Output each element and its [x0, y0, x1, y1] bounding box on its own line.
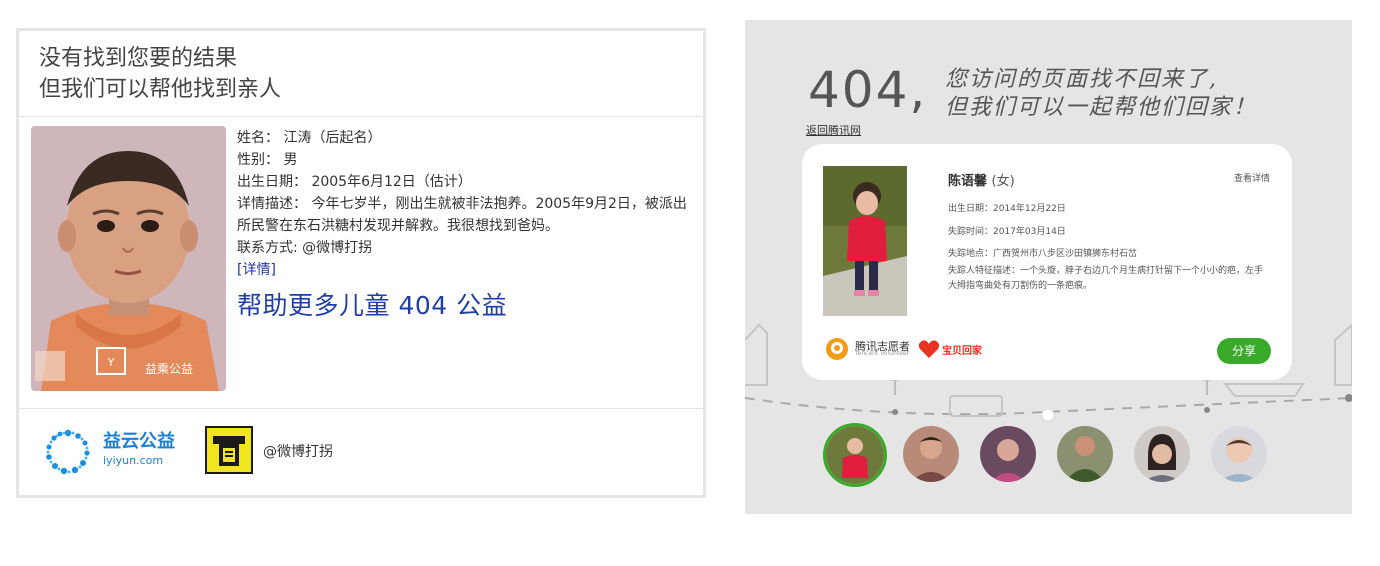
child-info: 姓名： 江涛（后起名） 性别： 男 出生日期： 2005年6月12日（估计） 详… — [237, 127, 697, 325]
child-avatar-6[interactable] — [1211, 426, 1267, 482]
error-message-line-1: 您访问的页面找不回来了, — [945, 67, 1218, 92]
info-contact: 联系方式: @微博打拐 — [237, 240, 373, 256]
left-404-panel: 没有找到您要的结果 但我们可以帮他找到亲人 Y 益乘公益 姓名： 江涛（后起名）… — [16, 28, 706, 498]
detail-link[interactable]: [详情] — [237, 259, 697, 281]
card-lost-time: 失踪时间：2017年03月14日 — [948, 227, 1066, 237]
heart-icon — [918, 340, 940, 358]
baobeihuijia-text: 宝贝回家 — [942, 346, 982, 357]
child-avatar-2[interactable] — [903, 426, 959, 482]
share-button[interactable]: 分享 — [1217, 338, 1271, 364]
divider — [19, 116, 703, 117]
error-code-404: 404, — [808, 61, 928, 119]
heading-line-2: 但我们可以帮他找到亲人 — [39, 77, 282, 102]
photo-watermark: 益乘公益 — [145, 362, 193, 376]
tencent-volunteer-icon — [826, 338, 848, 360]
yiyun-logo-icon[interactable] — [45, 429, 91, 475]
yiyun-name: 益云公益 — [103, 431, 175, 452]
partner-footer: 益云公益 iyiyun.com @微博打拐 — [45, 426, 685, 477]
svg-text:Y: Y — [107, 356, 115, 369]
info-gender: 性别： 男 — [237, 152, 298, 168]
back-to-qq-link[interactable]: 返回腾讯网 — [806, 122, 861, 138]
info-name: 姓名： 江涛（后起名） — [237, 130, 382, 146]
missing-child-card: 陈语馨 (女) 查看详情 出生日期：2014年12月22日 失踪时间：2017年… — [802, 144, 1292, 380]
tencent-volunteer-subtext: Tencent Volunteer — [855, 350, 909, 357]
child-name-text: 陈语馨 — [948, 174, 988, 189]
child-avatar-4[interactable] — [1057, 426, 1113, 482]
child-photo: Y 益乘公益 — [31, 126, 226, 391]
child-avatar-5[interactable] — [1134, 426, 1190, 482]
child-name: 陈语馨 (女) — [948, 170, 1015, 189]
child-avatar-3[interactable] — [980, 426, 1036, 482]
info-description: 详情描述： 今年七岁半，刚出生就被非法抱养。2005年9月2日，被派出所民警在东… — [237, 196, 687, 234]
child-gender: (女) — [991, 174, 1015, 189]
right-404-panel: 404, 您访问的页面找不回来了, 但我们可以一起帮他们回家！ 返回腾讯网 陈语… — [745, 20, 1352, 514]
heading-line-1: 没有找到您要的结果 — [39, 46, 238, 71]
weibo-account[interactable]: @微博打拐 — [263, 441, 333, 461]
yiyun-domain: iyiyun.com — [103, 454, 164, 467]
card-birth-date: 出生日期：2014年12月22日 — [948, 204, 1066, 214]
info-birth: 出生日期： 2005年6月12日（估计） — [237, 174, 472, 190]
child-avatar-1[interactable] — [823, 423, 887, 487]
error-message-line-2: 但我们可以一起帮他们回家！ — [945, 95, 1258, 120]
page-heading: 没有找到您要的结果 但我们可以帮他找到亲人 — [39, 43, 281, 105]
error-message: 您访问的页面找不回来了, 但我们可以一起帮他们回家！ — [945, 66, 1257, 122]
tencent-volunteer-logo[interactable]: 腾讯志愿者 Tencent Volunteer — [823, 337, 913, 361]
view-details-link[interactable]: 查看详情 — [1234, 171, 1270, 184]
card-lost-place: 失踪地点：广西贺州市八步区沙田镇狮东村石岔 — [948, 249, 1138, 259]
weibo-dagua-logo-icon[interactable] — [205, 426, 253, 474]
yiyun-brand[interactable]: 益云公益 iyiyun.com — [103, 431, 175, 469]
baobeihuijia-logo[interactable]: 宝贝回家 — [917, 337, 987, 361]
divider — [19, 408, 703, 409]
card-features: 失踪人特征描述：一个头旋，脖子右边几个月生病打针留下一个小小的疤，左手大拇指弯曲… — [948, 266, 1264, 291]
missing-child-photo — [823, 166, 907, 316]
help-more-children-link[interactable]: 帮助更多儿童 404 公益 — [237, 287, 697, 325]
